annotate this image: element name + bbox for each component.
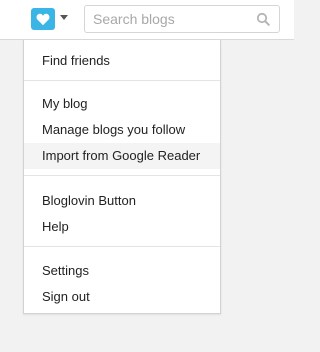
menu-divider [24, 80, 220, 81]
menu-divider [24, 246, 220, 247]
menu-item-find-friends[interactable]: Find friends [24, 48, 220, 74]
menu-item-my-blog[interactable]: My blog [24, 91, 220, 117]
heart-icon [36, 13, 50, 25]
user-dropdown-menu: Find friends My blog Manage blogs you fo… [23, 40, 221, 314]
menu-item-import-google-reader[interactable]: Import from Google Reader [24, 143, 220, 169]
top-bar [0, 0, 294, 40]
home-logo-button[interactable] [31, 8, 55, 30]
menu-item-help[interactable]: Help [24, 214, 220, 240]
menu-item-settings[interactable]: Settings [24, 258, 220, 284]
search-input[interactable] [85, 6, 255, 32]
menu-item-manage-blogs[interactable]: Manage blogs you follow [24, 117, 220, 143]
search-box [84, 5, 280, 33]
menu-item-sign-out[interactable]: Sign out [24, 284, 220, 310]
menu-toggle-button[interactable] [58, 12, 70, 22]
menu-divider [24, 175, 220, 176]
caret-down-icon [60, 14, 68, 20]
magnifier-icon[interactable] [256, 12, 270, 26]
menu-item-bloglovin-button[interactable]: Bloglovin Button [24, 188, 220, 214]
